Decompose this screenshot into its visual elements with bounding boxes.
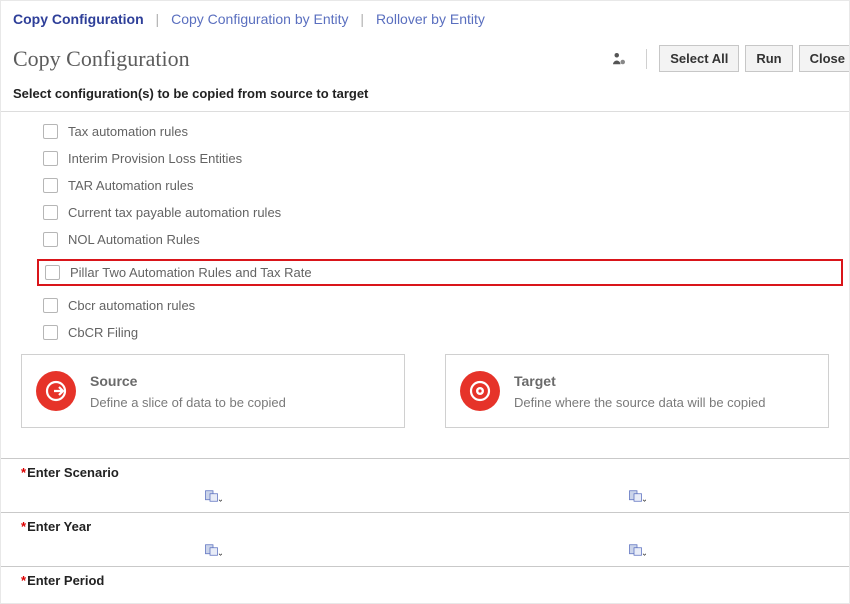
config-item: Interim Provision Loss Entities — [43, 151, 843, 166]
config-item: Current tax payable automation rules — [43, 205, 843, 220]
tab-copy-by-entity[interactable]: Copy Configuration by Entity — [171, 11, 348, 27]
member-selector-icon[interactable] — [204, 543, 222, 557]
target-panel[interactable]: Target Define where the source data will… — [445, 354, 829, 428]
member-selector-icon[interactable] — [628, 543, 646, 557]
tab-bar: Copy Configuration | Copy Configuration … — [1, 1, 849, 35]
checkbox-cbcr-automation[interactable] — [43, 298, 58, 313]
instruction-text: Select configuration(s) to be copied fro… — [1, 78, 849, 112]
checkbox-interim-provision[interactable] — [43, 151, 58, 166]
divider — [646, 49, 647, 69]
config-item-highlighted: Pillar Two Automation Rules and Tax Rate — [37, 259, 843, 286]
required-asterisk: * — [21, 573, 26, 588]
checkbox-pillar-two[interactable] — [45, 265, 60, 280]
config-item: TAR Automation rules — [43, 178, 843, 193]
field-label-year: *Enter Year — [1, 513, 849, 536]
required-asterisk: * — [21, 465, 26, 480]
config-label: Cbcr automation rules — [68, 298, 195, 313]
field-label-scenario: *Enter Scenario — [1, 458, 849, 482]
target-title: Target — [514, 373, 765, 389]
config-item: Cbcr automation rules — [43, 298, 843, 313]
tab-separator: | — [360, 11, 364, 27]
config-label: Pillar Two Automation Rules and Tax Rate — [70, 265, 312, 280]
source-title: Source — [90, 373, 286, 389]
source-panel[interactable]: Source Define a slice of data to be copi… — [21, 354, 405, 428]
checkbox-current-tax-payable[interactable] — [43, 205, 58, 220]
checkbox-cbcr-filing[interactable] — [43, 325, 58, 340]
configuration-checklist: Tax automation rules Interim Provision L… — [1, 112, 849, 354]
config-item: CbCR Filing — [43, 325, 843, 340]
config-label: Interim Provision Loss Entities — [68, 151, 242, 166]
checkbox-tar-automation[interactable] — [43, 178, 58, 193]
source-subtitle: Define a slice of data to be copied — [90, 395, 286, 410]
checkbox-nol-automation[interactable] — [43, 232, 58, 247]
config-item: NOL Automation Rules — [43, 232, 843, 247]
config-label: TAR Automation rules — [68, 178, 193, 193]
tab-copy-configuration[interactable]: Copy Configuration — [13, 11, 144, 27]
checkbox-tax-automation[interactable] — [43, 124, 58, 139]
field-label-period: *Enter Period — [1, 567, 849, 590]
tab-separator: | — [156, 11, 160, 27]
config-label: Current tax payable automation rules — [68, 205, 281, 220]
page-title: Copy Configuration — [13, 46, 610, 72]
config-item: Tax automation rules — [43, 124, 843, 139]
close-button[interactable]: Close — [799, 45, 849, 72]
tab-rollover-by-entity[interactable]: Rollover by Entity — [376, 11, 485, 27]
export-arrow-icon — [36, 371, 76, 411]
user-permissions-icon[interactable] — [610, 50, 628, 68]
run-button[interactable]: Run — [745, 45, 792, 72]
member-selector-icon[interactable] — [628, 489, 646, 503]
config-label: NOL Automation Rules — [68, 232, 200, 247]
select-all-button[interactable]: Select All — [659, 45, 739, 72]
member-selector-icon[interactable] — [204, 489, 222, 503]
target-icon — [460, 371, 500, 411]
config-label: CbCR Filing — [68, 325, 138, 340]
required-asterisk: * — [21, 519, 26, 534]
config-label: Tax automation rules — [68, 124, 188, 139]
target-subtitle: Define where the source data will be cop… — [514, 395, 765, 410]
